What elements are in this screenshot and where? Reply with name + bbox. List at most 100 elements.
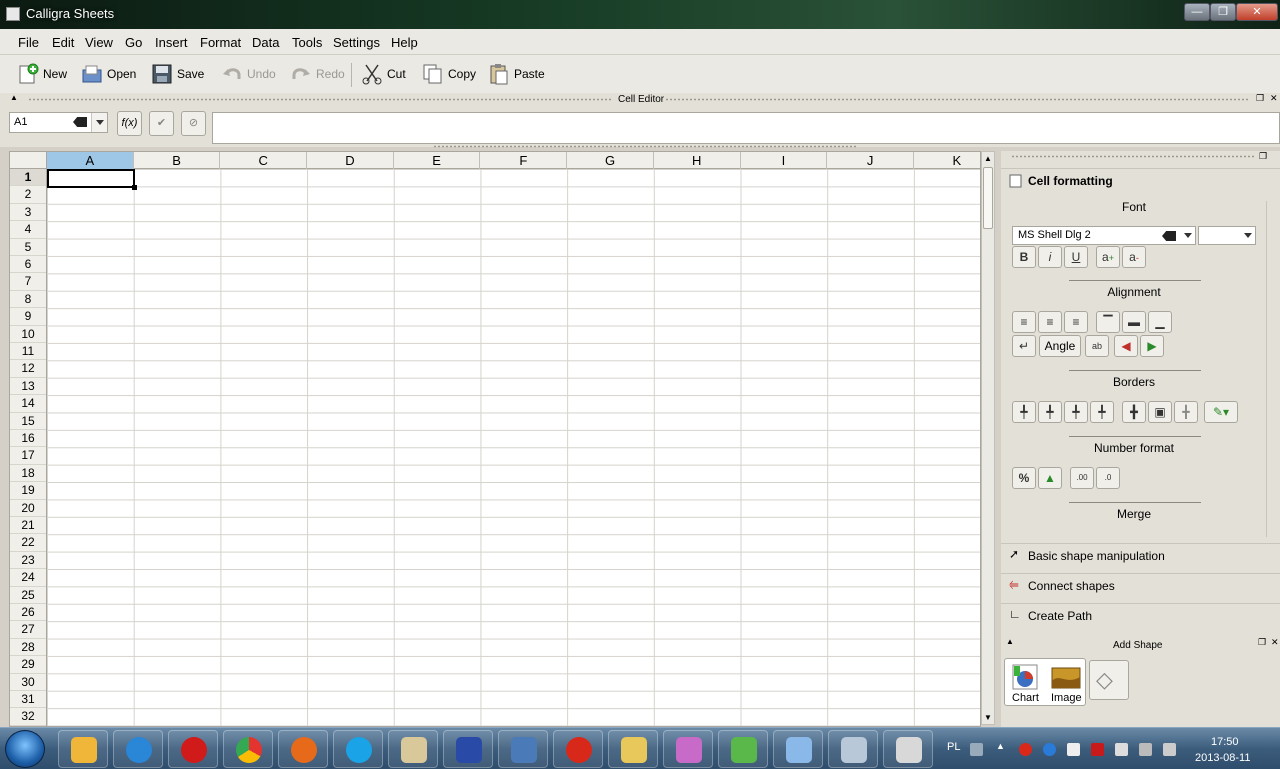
collapse-arrow-icon[interactable]: ▲ [1006,637,1014,646]
row-header[interactable]: 25 [10,587,46,604]
formula-input[interactable] [212,112,1280,144]
drag-handle[interactable] [1011,155,1256,158]
align-right-icon[interactable]: ≡ [1064,311,1088,333]
float-docker-icon[interactable]: ❐ [1259,151,1267,162]
new-button[interactable]: New [17,61,67,87]
row-header[interactable]: 32 [10,708,46,726]
more-shapes-button[interactable]: ◇ [1089,660,1129,700]
column-header[interactable]: H [654,152,741,169]
chevron-down-icon[interactable] [1244,233,1252,238]
scrollbar-thumb[interactable] [983,167,993,229]
redo-button[interactable]: Redo [290,61,345,87]
panel-scrollbar[interactable] [1266,201,1279,537]
row-header[interactable]: 22 [10,534,46,552]
wrap-text-icon[interactable]: ↵ [1012,335,1036,357]
row-header[interactable]: 17 [10,447,46,465]
minimize-button[interactable]: — [1184,3,1210,21]
decrease-font-icon[interactable]: a- [1122,246,1146,268]
decrease-precision-icon[interactable]: .0 [1096,467,1120,489]
antivirus-icon[interactable] [1019,743,1032,756]
row-header[interactable]: 28 [10,639,46,657]
cell-reference-box[interactable]: A1 [9,112,108,133]
row-header[interactable]: 29 [10,656,46,674]
taskbar-internet-explorer[interactable] [113,730,163,768]
column-header[interactable]: G [567,152,654,169]
close-docker-icon[interactable]: ✕ [1270,93,1278,104]
taskbar-skype[interactable] [333,730,383,768]
row-header[interactable]: 31 [10,691,46,709]
percent-icon[interactable]: % [1012,467,1036,489]
vertical-text-icon[interactable]: ab [1085,335,1109,357]
bluetooth-icon[interactable] [1043,743,1056,756]
keyboard-icon[interactable] [970,743,983,756]
insert-function-button[interactable]: f(x) [117,111,142,136]
menu-view[interactable]: View [85,35,113,50]
row-header[interactable]: 4 [10,221,46,239]
row-header[interactable]: 1 [10,169,46,187]
border-outline-icon[interactable]: ▣ [1148,401,1172,423]
row-header[interactable]: 5 [10,239,46,256]
align-middle-icon[interactable]: ▬ [1122,311,1146,333]
border-color-icon[interactable]: ✎▾ [1204,401,1238,423]
increase-font-icon[interactable]: a+ [1096,246,1120,268]
taskbar-firefox[interactable] [278,730,328,768]
accept-checkmark-icon[interactable]: ✔ [149,111,174,136]
network-signal-icon[interactable] [1139,743,1152,756]
row-header[interactable]: 11 [10,343,46,361]
border-bottom-icon[interactable]: ╇ [1090,401,1114,423]
taskbar-opera[interactable] [168,730,218,768]
row-header[interactable]: 6 [10,256,46,274]
column-header[interactable]: C [220,152,308,169]
cells-area[interactable] [47,169,980,726]
row-header[interactable]: 19 [10,482,46,500]
taskbar-calligra-words[interactable] [773,730,823,768]
underline-icon[interactable]: U [1064,246,1088,268]
taskbar-network[interactable] [498,730,548,768]
chevron-down-icon[interactable] [91,113,107,132]
menu-go[interactable]: Go [125,35,142,50]
row-header[interactable]: 24 [10,569,46,587]
row-header[interactable]: 20 [10,500,46,517]
vertical-scrollbar[interactable]: ▲ ▼ [981,151,995,725]
column-header[interactable]: J [827,152,914,169]
open-button[interactable]: Open [81,61,136,87]
clock-time[interactable]: 17:50 [1211,736,1239,748]
language-indicator[interactable]: PL [947,741,960,753]
column-header[interactable]: I [741,152,828,169]
row-header[interactable]: 23 [10,552,46,570]
show-hidden-icons-icon[interactable]: ▲ [996,741,1005,751]
row-header[interactable]: 10 [10,326,46,343]
menu-edit[interactable]: Edit [52,35,74,50]
select-all-corner[interactable] [10,152,47,169]
drag-handle[interactable] [665,98,1250,101]
row-header[interactable]: 16 [10,430,46,448]
undo-button[interactable]: Undo [221,61,276,87]
start-button[interactable] [5,730,45,768]
row-header[interactable]: 27 [10,621,46,639]
column-header[interactable]: D [307,152,394,169]
menu-file[interactable]: File [18,35,39,50]
scroll-up-icon[interactable]: ▲ [982,152,994,165]
chart-shape[interactable]: Chart [1009,661,1043,705]
scroll-down-icon[interactable]: ▼ [982,711,994,724]
row-header[interactable]: 9 [10,308,46,326]
angle-button[interactable]: Angle [1039,335,1081,357]
row-header[interactable]: 13 [10,378,46,396]
cut-button[interactable]: Cut [361,61,406,87]
clear-icon[interactable] [1162,231,1176,241]
clear-icon[interactable] [73,117,87,127]
chevron-down-icon[interactable] [1184,233,1192,238]
taskbar-chrome[interactable] [223,730,273,768]
save-button[interactable]: Save [151,61,204,87]
menu-help[interactable]: Help [391,35,418,50]
column-header[interactable]: B [134,152,221,169]
usb-device-icon[interactable] [1115,743,1128,756]
row-header[interactable]: 8 [10,291,46,309]
row-header[interactable]: 14 [10,395,46,413]
clock-date[interactable]: 2013-08-11 [1195,752,1250,764]
collapse-arrow-icon[interactable]: ▲ [10,93,18,102]
copy-button[interactable]: Copy [422,61,476,87]
close-button[interactable]: ✕ [1236,3,1278,21]
taskbar-calligra-flow[interactable] [883,730,933,768]
align-left-icon[interactable]: ≡ [1012,311,1036,333]
